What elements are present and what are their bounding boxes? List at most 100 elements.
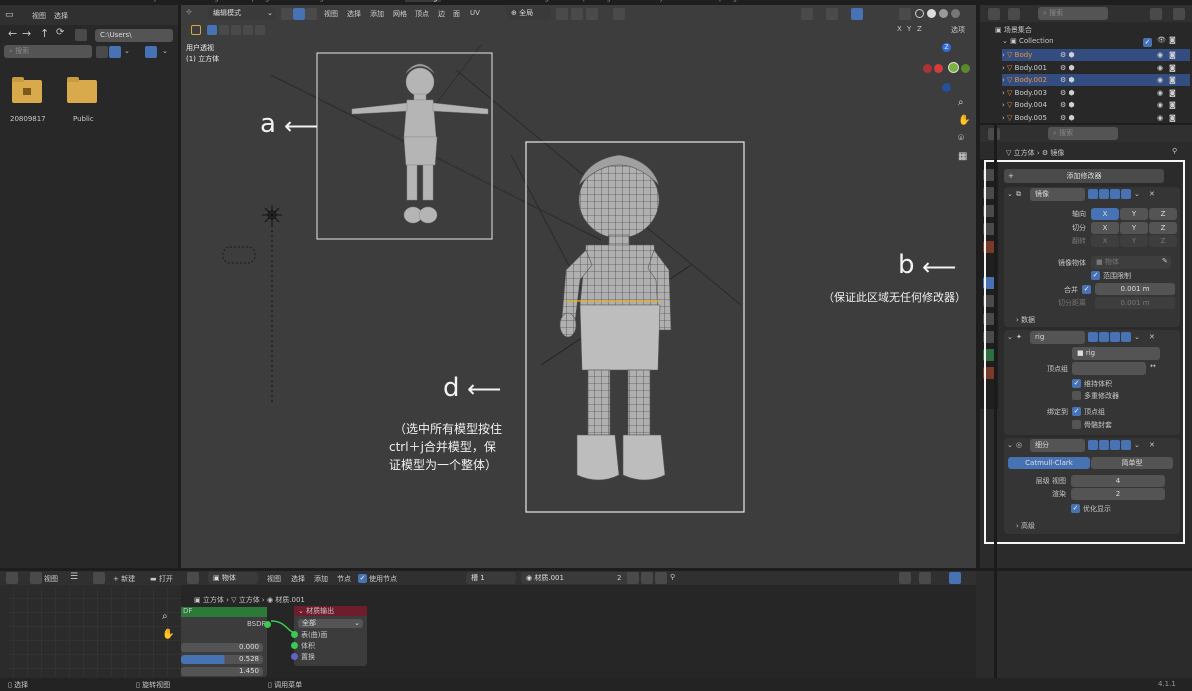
outliner-item[interactable]: › ▽ Body.002 ⚙ ⬢ ◉ ◙ [1002,74,1190,86]
gizmo-z-axis[interactable]: Z [942,43,951,52]
display-mode-icon[interactable] [1008,8,1020,20]
workspace-tab[interactable]: Animation [459,0,495,2]
visibility-eye-icon[interactable]: ◉ [1157,74,1163,86]
workspace-tab[interactable]: Scripting [706,0,737,2]
forward-icon[interactable]: → [22,27,31,40]
display-mode-list-icon[interactable] [96,46,108,58]
editor-type-icon[interactable] [187,572,199,584]
open-image-button[interactable]: ▬ 打开 [150,574,173,584]
visibility-eye-icon[interactable]: ◉ [1157,112,1163,124]
path-field[interactable]: C:\Users\ [95,29,173,42]
bsdf-node[interactable]: DF BSDF 0.000 0.528 1.450 [181,607,271,677]
unlink-material-icon[interactable] [655,572,667,584]
outliner-item[interactable]: › ▽ Body.004 ⚙ ⬢ ◉ ◙ [1002,99,1190,111]
bsdf-value-2[interactable]: 0.528 [181,655,263,664]
collection-row[interactable]: ⌄ ▣ Collection [1002,37,1054,45]
displacement-input-socket[interactable] [291,653,298,660]
menu-view[interactable]: 视图 [32,11,46,21]
bsdf-value-1[interactable]: 0.000 [181,643,263,652]
view-mode-icon[interactable] [30,572,42,584]
render-camera-icon[interactable]: ◙ [1169,49,1176,61]
gizmo-y-axis[interactable] [948,62,959,73]
workspace-tab[interactable]: Rendering [513,0,549,2]
surface-input-socket[interactable] [291,631,298,638]
editor-type-icon[interactable]: ▭ [5,9,17,21]
camera-gizmo[interactable] [222,246,256,264]
outliner-search[interactable]: ⌕ 搜索 [1038,7,1108,20]
back-icon[interactable]: ← [8,27,17,40]
duplicate-material-icon[interactable] [641,572,653,584]
render-camera-icon[interactable]: ◙ [1169,99,1176,111]
render-camera-icon[interactable]: ◙ [1169,36,1176,44]
outliner-item[interactable]: › ▽ Body ⚙ ⬢ ◉ ◙ [1002,49,1190,61]
image-browse-icon[interactable] [93,572,105,584]
filter-chevron-icon[interactable]: ⌄ [162,47,168,55]
workspace-tab[interactable]: Shading [405,0,442,2]
gizmo-x-axis[interactable] [934,64,943,73]
zoom-icon[interactable]: ⌕ [162,611,168,622]
zoom-icon[interactable]: ⌕ [958,97,964,108]
workspace-tab[interactable]: Compositing [567,0,611,2]
overlay-icon[interactable] [899,572,911,584]
pin-icon[interactable]: ⚲ [670,573,675,581]
material-users-count[interactable]: 2 [617,574,621,582]
visibility-eye-icon[interactable]: ◉ [1157,87,1163,99]
properties-search[interactable]: ⌕ 搜索 [1048,127,1118,140]
hamburger-icon[interactable]: ☰ [70,572,78,582]
parent-dir-icon[interactable]: ↑ [40,27,49,40]
menu-view[interactable]: 视图 [44,574,58,584]
camera-view-icon[interactable]: ⌾ [958,133,964,144]
ortho-toggle-icon[interactable]: ▦ [958,151,967,162]
render-camera-icon[interactable]: ◙ [1169,87,1176,99]
visibility-eye-icon[interactable]: ◉ [1157,49,1163,61]
character-tpose[interactable] [351,63,489,224]
new-folder-icon[interactable] [75,29,87,41]
new-collection-icon[interactable] [1173,8,1185,20]
scene-collection-label[interactable]: ▣ 场景集合 [995,25,1032,35]
workspace-tab[interactable]: Modeling [187,0,219,2]
object-shader-select[interactable]: ▣ 物体 [208,572,258,584]
material-select[interactable]: ◉ 材质.001 [521,572,631,584]
editor-type-icon[interactable] [6,572,18,584]
fake-user-icon[interactable] [627,572,639,584]
outliner-item[interactable]: › ▽ Body.001 ⚙ ⬢ ◉ ◙ [1002,62,1190,74]
display-chevron-icon[interactable]: ⌄ [124,47,130,55]
menu-select[interactable]: 选择 [54,11,68,21]
filter-icon[interactable] [145,46,157,58]
menu-node[interactable]: 节点 [337,574,351,584]
filter-icon[interactable] [1150,8,1162,20]
render-camera-icon[interactable]: ◙ [1169,74,1176,86]
workspace-tab[interactable]: Layout [145,0,169,2]
material-output-node[interactable]: ⌄ 材质输出 全部 ⌄ 表(曲)面 体积 置换 [291,606,367,666]
search-input[interactable]: ⌕ 搜索 [4,45,92,58]
outliner-item[interactable]: › ▽ Body.005 ⚙ ⬢ ◉ ◙ [1002,112,1190,124]
menu-add[interactable]: 添加 [314,574,328,584]
visibility-eye-icon[interactable]: ◉ [1157,62,1163,74]
workspace-tab[interactable]: UV Editing [287,0,324,2]
visibility-eye-icon[interactable]: ◉ [1157,99,1163,111]
volume-input-socket[interactable] [291,642,298,649]
use-nodes-checkbox[interactable]: ✓ [358,574,367,583]
menu-select[interactable]: 选择 [291,574,305,584]
gizmo-x-neg[interactable] [923,64,932,73]
character-wireframe[interactable] [559,154,672,481]
render-camera-icon[interactable]: ◙ [1169,112,1176,124]
workspace-tab[interactable]: Geometry Nodes [629,0,688,2]
folder-public[interactable]: Public [63,77,103,130]
output-target-select[interactable]: 全部 ⌄ [298,619,363,628]
folder-home[interactable]: 20809817 [8,77,48,130]
bsdf-value-3[interactable]: 1.450 [181,667,263,676]
render-camera-icon[interactable]: ◙ [1169,62,1176,74]
snap-icon[interactable] [919,572,931,584]
collection-checkbox[interactable]: ✓ [1143,38,1152,47]
light-gizmo[interactable] [262,205,282,405]
slot-select[interactable]: 槽 1 [466,572,516,584]
display-mode-grid-icon[interactable] [109,46,121,58]
viewport-3d[interactable]: ⊹ 编辑模式 ⌄ 视图 选择 添加 网格 顶点 边 面 UV ⊕ 全局 X Y … [181,5,976,568]
pan-hand-icon[interactable]: ✋ [162,629,174,640]
pan-hand-icon[interactable]: ✋ [958,115,970,126]
nav-gizmo[interactable]: Z [921,43,971,95]
gizmo-icon[interactable] [949,572,961,584]
visibility-eye-icon[interactable]: 👁 [1157,36,1166,44]
menu-view[interactable]: 视图 [267,574,281,584]
